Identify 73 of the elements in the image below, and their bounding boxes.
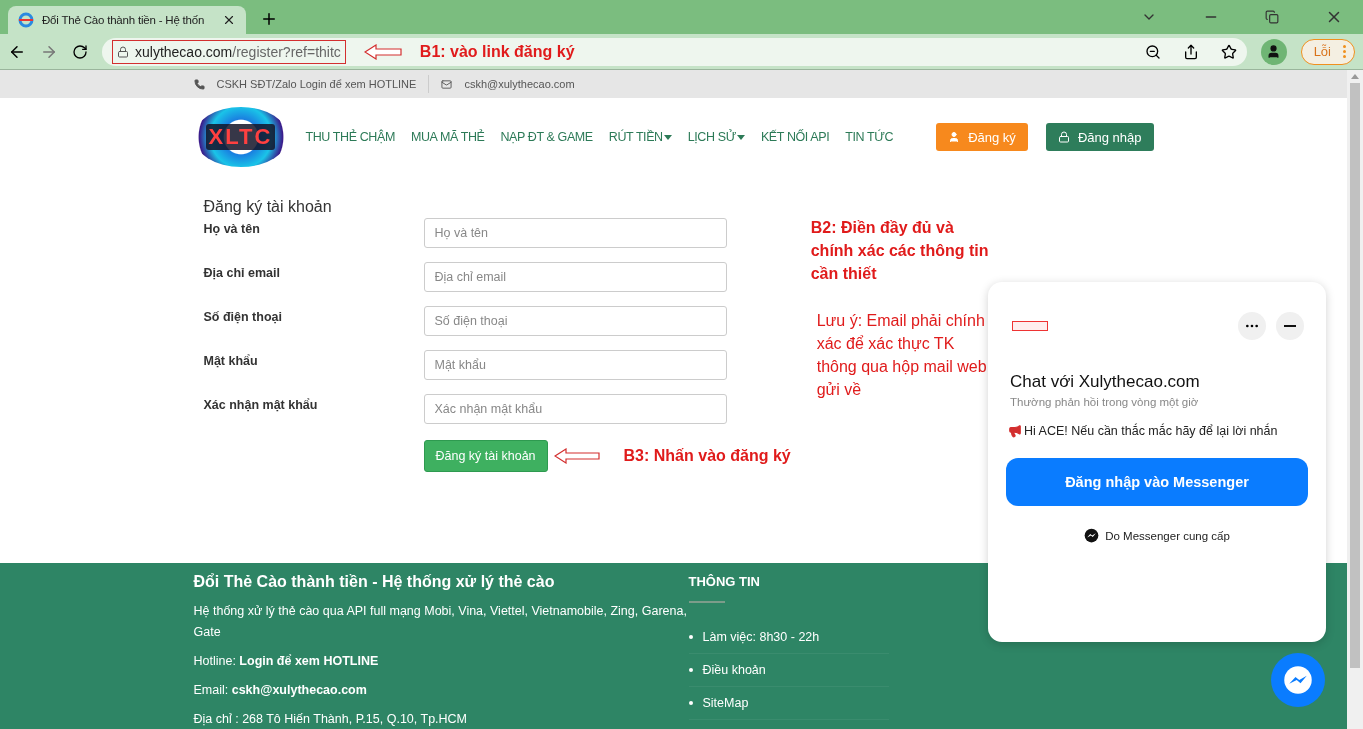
hotline-text: CSKH SĐT/Zalo Login để xem HOTLINE	[215, 78, 418, 90]
close-icon[interactable]	[222, 13, 236, 27]
input-field[interactable]: Mật khẩu	[423, 350, 727, 380]
lock-icon	[1057, 131, 1070, 143]
messenger-icon	[1084, 528, 1100, 543]
chat-subtitle: Thường phản hồi trong vòng một giờ	[1009, 395, 1200, 408]
chat-title: Chat với Xulythecao.com	[1009, 372, 1201, 392]
nav-link[interactable]: NẠP ĐT & GAME	[500, 130, 593, 144]
profile-avatar[interactable]	[1260, 38, 1287, 65]
input-field[interactable]: Họ và tên	[423, 218, 727, 248]
field-label: Họ và tên	[203, 221, 261, 238]
nav-link[interactable]: TIN TỨC	[845, 130, 894, 144]
phone-icon	[193, 78, 205, 90]
footer-address: Địa chỉ : 268 Tô Hiến Thành, P.15, Q.10, Tp.HCM	[193, 711, 469, 728]
footer-link[interactable]: SiteMap	[688, 687, 889, 720]
caret-icon	[663, 134, 672, 140]
field-label: Số điện thoại	[203, 309, 283, 326]
address-field[interactable]: xulythecao.com/register?ref=thitc	[112, 39, 346, 64]
powered-by-text: Do Messenger cung cấp	[1006, 528, 1308, 543]
minimize-icon	[1284, 325, 1296, 327]
caret-icon	[736, 134, 745, 140]
minimize-button[interactable]	[1276, 312, 1304, 340]
submit-button[interactable]: Đăng ký tài khoản	[423, 440, 548, 472]
mail-icon	[441, 78, 453, 90]
nav-link[interactable]: RÚT TIỀN	[608, 130, 672, 144]
reload-icon[interactable]	[72, 43, 88, 60]
step-annotation: B2: Điền đầy đủ và chính xác các thông tin cần thiết	[810, 218, 990, 284]
messenger-login-button[interactable]: Đăng nhập vào Messenger	[1006, 458, 1308, 506]
footer-title: Đổi Thẻ Cào thành tiền - Hệ thống xử lý thẻ cào	[193, 573, 556, 591]
chat-logo	[1012, 321, 1048, 331]
restore-icon[interactable]	[1265, 10, 1279, 24]
field-label: Xác nhận mật khẩu	[203, 397, 319, 414]
bullet-icon	[688, 668, 693, 672]
email-text: cskh@xulythecao.com	[463, 78, 576, 90]
messenger-icon	[1283, 665, 1313, 695]
field-label: Mật khẩu	[203, 353, 259, 370]
profile-button[interactable]: Lỗi	[1300, 38, 1355, 65]
login-button[interactable]: Đăng nhập	[1045, 123, 1154, 151]
star-icon[interactable]	[1220, 43, 1237, 60]
site-icon	[18, 12, 34, 28]
footer-link[interactable]: Làm việc: 8h30 - 22h	[688, 621, 889, 654]
lock-icon	[117, 45, 129, 58]
step-annotation: B3: Nhấn vào đăng ký	[623, 447, 791, 465]
browser-tab[interactable]: Đổi Thẻ Cào thành tiền - Hệ thốn	[8, 6, 246, 34]
bullet-icon	[688, 635, 693, 639]
tab-title: Đổi Thẻ Cào thành tiền - Hệ thốn	[42, 14, 206, 26]
arrow-icon	[553, 448, 600, 464]
scrollbar-thumb[interactable]	[1350, 83, 1360, 668]
input-field[interactable]: Số điện thoại	[423, 306, 727, 336]
zoom-icon[interactable]	[1144, 43, 1161, 60]
footer-description: Hệ thống xử lý thẻ cào qua API full mạng Mobi, Vina, Viettel, Vietnamobile, Zing, Garena, Gate	[193, 603, 688, 641]
footer-hotline: Hotline: Login để xem HOTLINE	[193, 653, 380, 670]
bullet-icon	[688, 701, 693, 705]
new-tab-icon[interactable]	[260, 10, 278, 28]
nav-link[interactable]: LỊCH SỬ	[687, 130, 745, 144]
share-icon[interactable]	[1182, 43, 1199, 60]
footer-heading: THÔNG TIN	[688, 573, 761, 589]
megaphone-icon	[1008, 424, 1022, 438]
note-annotation: Lưu ý: Email phải chính xác để xác thực TK thông qua hộp mail web gửi về	[815, 311, 988, 400]
footer-email: Email: cskh@xulythecao.com	[193, 682, 368, 699]
nav-link[interactable]: KẾT NỐI API	[760, 130, 830, 144]
input-field[interactable]: Địa chỉ email	[423, 262, 727, 292]
user-icon	[948, 131, 961, 143]
more-icon	[1343, 45, 1346, 58]
field-label: Địa chỉ email	[203, 265, 281, 282]
step-annotation: B1: vào link đăng ký	[419, 42, 575, 61]
chat-greeting: Hi ACE! Nếu cần thắc mắc hãy để lại lời nhắn	[1006, 408, 1308, 438]
input-field[interactable]: Xác nhận mật khẩu	[423, 394, 727, 424]
nav-link[interactable]: THU THẺ CHẬM	[305, 130, 395, 144]
form-title: Đăng ký tài khoản	[203, 198, 333, 216]
nav-link[interactable]: MUA MÃ THẺ	[410, 130, 485, 144]
arrow-icon	[363, 43, 402, 60]
footer-link[interactable]: Điều khoản	[688, 654, 889, 687]
